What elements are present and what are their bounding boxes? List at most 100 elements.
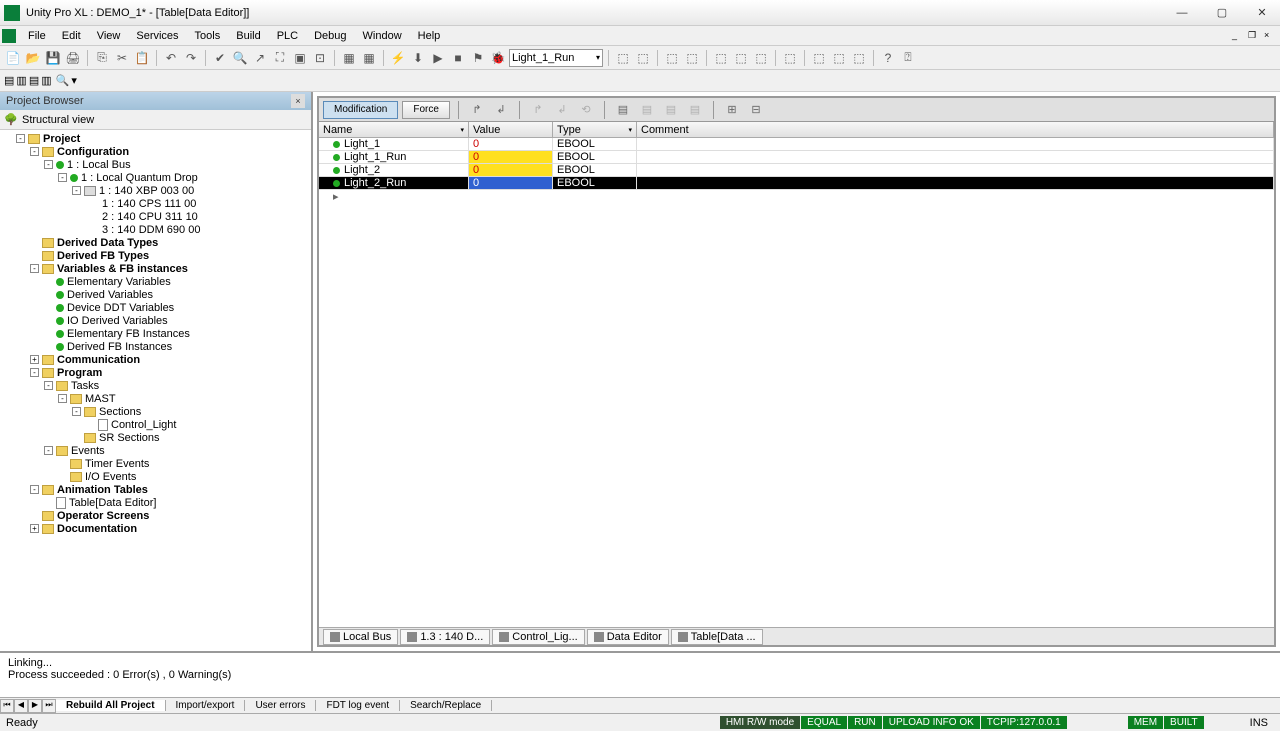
menu-help[interactable]: Help xyxy=(410,28,449,44)
col-name[interactable]: Name▾ xyxy=(319,122,469,137)
tree-drop[interactable]: 1 : Local Quantum Drop xyxy=(81,172,198,184)
print-icon[interactable]: 🖨 xyxy=(64,49,82,67)
mdi-minimize[interactable]: _ xyxy=(1232,30,1246,42)
connect-icon[interactable]: ⚡ xyxy=(389,49,407,67)
new-row[interactable]: ▸ xyxy=(319,190,1274,203)
tb-icon-4[interactable]: ⬚ xyxy=(683,49,701,67)
tab-controllight[interactable]: Control_Lig... xyxy=(492,629,584,645)
sec-icon-3[interactable]: ▤ xyxy=(29,74,39,87)
menu-file[interactable]: File xyxy=(20,28,54,44)
sec-icon-1[interactable]: ▤ xyxy=(4,74,14,87)
mode4-icon[interactable]: ▤ xyxy=(685,101,705,119)
set1-icon[interactable]: ↱ xyxy=(467,101,487,119)
build-icon[interactable]: ▦ xyxy=(360,49,378,67)
sec-icon-2[interactable]: ▥ xyxy=(16,74,26,87)
set0-icon[interactable]: ↲ xyxy=(491,101,511,119)
tree-iovars[interactable]: IO Derived Variables xyxy=(67,315,168,327)
run-icon[interactable]: ▶ xyxy=(429,49,447,67)
tree-elemvars[interactable]: Elementary Variables xyxy=(67,276,171,288)
close-button[interactable]: ✕ xyxy=(1248,3,1276,23)
view-selector[interactable]: 🌳 Structural view xyxy=(0,110,311,130)
variable-combo[interactable]: Light_1_Run xyxy=(509,49,603,67)
tb-icon-7[interactable]: ⬚ xyxy=(752,49,770,67)
expander-icon[interactable]: - xyxy=(16,134,25,143)
tab-module[interactable]: 1.3 : 140 D... xyxy=(400,629,490,645)
analyze-icon[interactable]: ▦ xyxy=(340,49,358,67)
tree-timerev[interactable]: Timer Events xyxy=(85,458,149,470)
fset0-icon[interactable]: ↲ xyxy=(552,101,572,119)
paste-icon[interactable]: 📋 xyxy=(133,49,151,67)
tb-icon-2[interactable]: ⬚ xyxy=(634,49,652,67)
col-value[interactable]: Value xyxy=(469,122,553,137)
tree-ctrllight[interactable]: Control_Light xyxy=(111,419,176,431)
out-tab-fdt[interactable]: FDT log event xyxy=(316,700,400,711)
tb-icon-6[interactable]: ⬚ xyxy=(732,49,750,67)
table-row-selected[interactable]: Light_2_Run 0 EBOOL xyxy=(319,177,1274,190)
tab-dataeditor[interactable]: Data Editor xyxy=(587,629,669,645)
copy-icon[interactable]: ⎘ xyxy=(93,49,111,67)
mdi-close[interactable]: × xyxy=(1264,30,1278,42)
stop-icon[interactable]: ■ xyxy=(449,49,467,67)
tree-comm[interactable]: Communication xyxy=(57,354,140,366)
menu-tools[interactable]: Tools xyxy=(187,28,229,44)
modification-button[interactable]: Modification xyxy=(323,101,398,119)
tree-mod2[interactable]: 2 : 140 CPU 311 10 xyxy=(102,211,198,223)
tree-mod3[interactable]: 3 : 140 DDM 690 00 xyxy=(102,224,200,236)
undo-icon[interactable]: ↶ xyxy=(162,49,180,67)
menu-debug[interactable]: Debug xyxy=(306,28,354,44)
whatsthis-icon[interactable]: ⍰ xyxy=(899,49,917,67)
panel-close-icon[interactable]: × xyxy=(291,94,305,108)
table-row[interactable]: Light_2 0 EBOOL xyxy=(319,164,1274,177)
table-row[interactable]: Light_1 0 EBOOL xyxy=(319,138,1274,151)
tree-events[interactable]: Events xyxy=(71,445,105,457)
tree-tasks[interactable]: Tasks xyxy=(71,380,99,392)
tree-anim[interactable]: Animation Tables xyxy=(57,484,148,496)
tb-icon-11[interactable]: ⬚ xyxy=(850,49,868,67)
tree-docs[interactable]: Documentation xyxy=(57,523,137,535)
menu-edit[interactable]: Edit xyxy=(54,28,89,44)
menu-view[interactable]: View xyxy=(89,28,129,44)
transfer-icon[interactable]: ⬇ xyxy=(409,49,427,67)
find-icon[interactable]: 🔍 xyxy=(231,49,249,67)
tree-tableed[interactable]: Table[Data Editor] xyxy=(69,497,156,509)
menu-build[interactable]: Build xyxy=(228,28,268,44)
out-tab-search[interactable]: Search/Replace xyxy=(400,700,492,711)
force-button[interactable]: Force xyxy=(402,101,450,119)
save-icon[interactable]: 💾 xyxy=(44,49,62,67)
new-icon[interactable]: 📄 xyxy=(4,49,22,67)
tree-sections[interactable]: Sections xyxy=(99,406,141,418)
fset1-icon[interactable]: ↱ xyxy=(528,101,548,119)
menu-services[interactable]: Services xyxy=(128,28,186,44)
menu-plc[interactable]: PLC xyxy=(269,28,306,44)
nav-last-icon[interactable]: ⏭ xyxy=(42,699,56,713)
tb-icon-1[interactable]: ⬚ xyxy=(614,49,632,67)
goto-icon[interactable]: ↗ xyxy=(251,49,269,67)
tree-ioev[interactable]: I/O Events xyxy=(85,471,136,483)
tree-rack[interactable]: 1 : 140 XBP 003 00 xyxy=(99,185,194,197)
redo-icon[interactable]: ↷ xyxy=(182,49,200,67)
table-row[interactable]: Light_1_Run 0 EBOOL xyxy=(319,151,1274,164)
nav-prev-icon[interactable]: ◀ xyxy=(14,699,28,713)
mode1-icon[interactable]: ▤ xyxy=(613,101,633,119)
tree-dfbinst[interactable]: Derived FB Instances xyxy=(67,341,172,353)
project-tree[interactable]: -Project -Configuration -1 : Local Bus -… xyxy=(0,130,311,651)
out-tab-import[interactable]: Import/export xyxy=(166,700,246,711)
tree-srsections[interactable]: SR Sections xyxy=(99,432,160,444)
menu-window[interactable]: Window xyxy=(355,28,410,44)
col-type[interactable]: Type▾ xyxy=(553,122,637,137)
mode2-icon[interactable]: ▤ xyxy=(637,101,657,119)
tree-program[interactable]: Program xyxy=(57,367,102,379)
validate-icon[interactable]: ✔ xyxy=(211,49,229,67)
open-icon[interactable]: 📂 xyxy=(24,49,42,67)
tree-mod1[interactable]: 1 : 140 CPS 111 00 xyxy=(102,198,196,210)
collapse-icon[interactable]: ⊟ xyxy=(746,101,766,119)
tree-mast[interactable]: MAST xyxy=(85,393,116,405)
zoom-tool-icon[interactable]: 🔍 xyxy=(56,74,70,87)
tb-icon-8[interactable]: ⬚ xyxy=(781,49,799,67)
cut-icon[interactable]: ✂ xyxy=(113,49,131,67)
tree-vars[interactable]: Variables & FB instances xyxy=(57,263,188,275)
tree-opscreens[interactable]: Operator Screens xyxy=(57,510,149,522)
tb-icon-9[interactable]: ⬚ xyxy=(810,49,828,67)
tab-localbus[interactable]: Local Bus xyxy=(323,629,398,645)
nav-next-icon[interactable]: ▶ xyxy=(28,699,42,713)
